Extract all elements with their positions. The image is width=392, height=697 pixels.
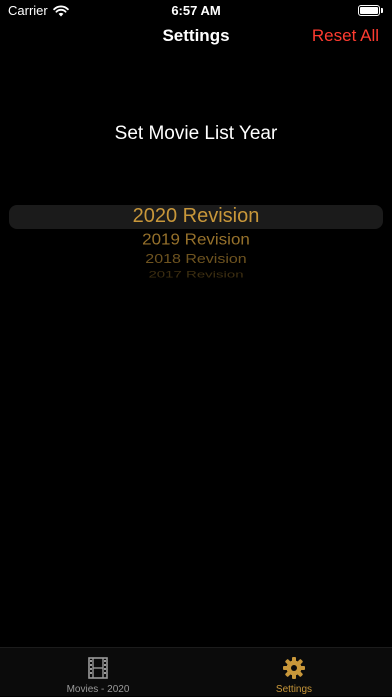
tab-movies-label: Movies - 2020 [66, 684, 130, 695]
gear-icon [283, 657, 305, 679]
tab-settings-label: Settings [275, 684, 313, 695]
tab-bar: Movies - 2020 Settings [0, 647, 392, 696]
movie-list-year-label: Set Movie List Year [114, 123, 278, 144]
year-picker[interactable]: 2020 Revision 2019 Revision 2018 Revisio… [0, 190, 392, 280]
tab-movies[interactable]: Movies - 2020 [0, 648, 196, 697]
battery-icon [358, 5, 384, 17]
reset-all-button[interactable]: Reset All [312, 26, 379, 46]
picker-option[interactable]: 2018 Revision [0, 253, 392, 267]
picker-option[interactable]: 2017 Revision [0, 269, 392, 280]
picker-option-selected[interactable]: 2020 Revision [0, 205, 392, 228]
tab-settings[interactable]: Settings [196, 648, 392, 697]
picker-option[interactable]: 2019 Revision [0, 231, 392, 249]
status-bar: Carrier 6:57 AM [0, 0, 392, 22]
film-icon [88, 657, 108, 679]
status-time: 6:57 AM [171, 3, 221, 18]
navigation-bar: Settings Reset All [0, 22, 392, 50]
